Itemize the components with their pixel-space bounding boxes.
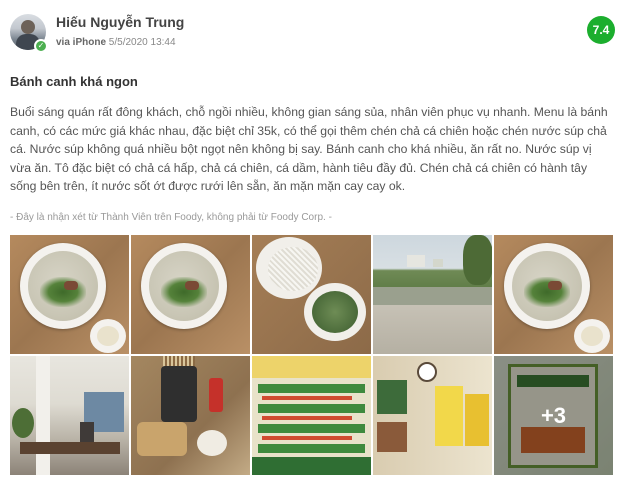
more-photos-count: +3 (540, 403, 567, 428)
noodle-bowl-image (504, 243, 590, 329)
side-dish-image (574, 319, 610, 353)
gallery-photo[interactable] (131, 235, 250, 354)
clock-icon (417, 362, 437, 382)
gallery-photo[interactable] (252, 235, 371, 354)
review-header: ✓ Hiếu Nguyễn Trung via iPhone 5/5/2020 … (10, 10, 615, 56)
gallery-more-photos[interactable]: +3 (494, 356, 613, 475)
gallery-photo[interactable] (373, 356, 492, 475)
via-device: via iPhone (56, 37, 107, 48)
user-name[interactable]: Hiếu Nguyễn Trung (56, 14, 184, 30)
noodle-bowl-image (20, 243, 106, 329)
gallery-photo[interactable] (494, 235, 613, 354)
review-disclaimer: - Đây là nhận xét từ Thành Viên trên Foo… (10, 212, 332, 223)
gallery-photo[interactable] (373, 235, 492, 354)
photo-gallery: +3 (10, 235, 615, 475)
gallery-photo[interactable] (131, 356, 250, 475)
verified-check-icon: ✓ (34, 39, 48, 53)
noodle-bowl-image (141, 243, 227, 329)
score-badge: 7.4 (587, 16, 615, 44)
review-timestamp: 5/5/2020 13:44 (108, 37, 176, 48)
gallery-photo[interactable] (10, 356, 129, 475)
review-meta: via iPhone 5/5/2020 13:44 (56, 37, 176, 48)
noodle-plate-image (256, 237, 322, 299)
avatar-head (21, 20, 35, 34)
gallery-photo[interactable] (10, 235, 129, 354)
gallery-photo[interactable] (252, 356, 371, 475)
review-title[interactable]: Bánh canh khá ngon (10, 74, 138, 89)
side-dish-image (90, 319, 126, 353)
review-body: Buổi sáng quán rất đông khách, chỗ ngồi … (10, 105, 608, 193)
